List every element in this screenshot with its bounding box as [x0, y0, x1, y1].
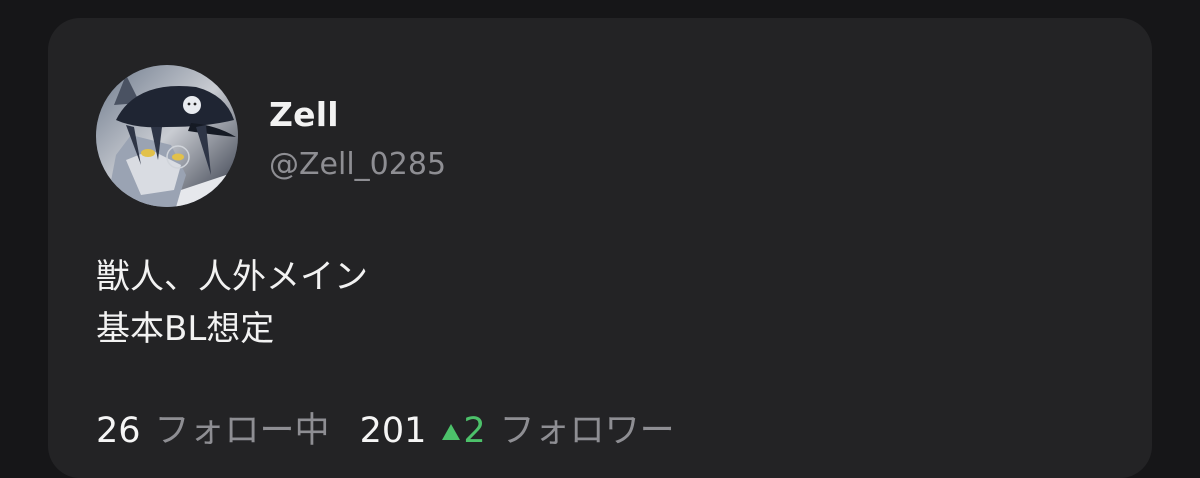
up-arrow-icon: [442, 424, 461, 440]
following-label: フォロー中: [154, 411, 330, 451]
bio-line: 基本BL想定: [96, 309, 275, 349]
followers-link[interactable]: 201 2 フォロワー: [360, 402, 675, 453]
following-link[interactable]: 26 フォロー中: [96, 402, 330, 453]
bio-line: 獣人、人外メイン: [96, 257, 368, 297]
profile-card: Zell @Zell_0285 獣人、人外メイン 基本BL想定 26 フォロー中 …: [48, 18, 1152, 478]
follow-stats: 26 フォロー中 201 2 フォロワー: [96, 402, 675, 453]
avatar[interactable]: [96, 65, 238, 207]
display-name[interactable]: Zell: [269, 95, 339, 134]
followers-count: 201: [359, 411, 427, 451]
following-count: 26: [96, 411, 141, 451]
avatar-icon: [96, 65, 238, 207]
followers-delta: 2: [463, 411, 486, 451]
profile-bio: 獣人、人外メイン 基本BL想定: [96, 251, 368, 355]
followers-label: フォロワー: [499, 411, 675, 451]
user-handle: @Zell_0285: [269, 147, 447, 182]
